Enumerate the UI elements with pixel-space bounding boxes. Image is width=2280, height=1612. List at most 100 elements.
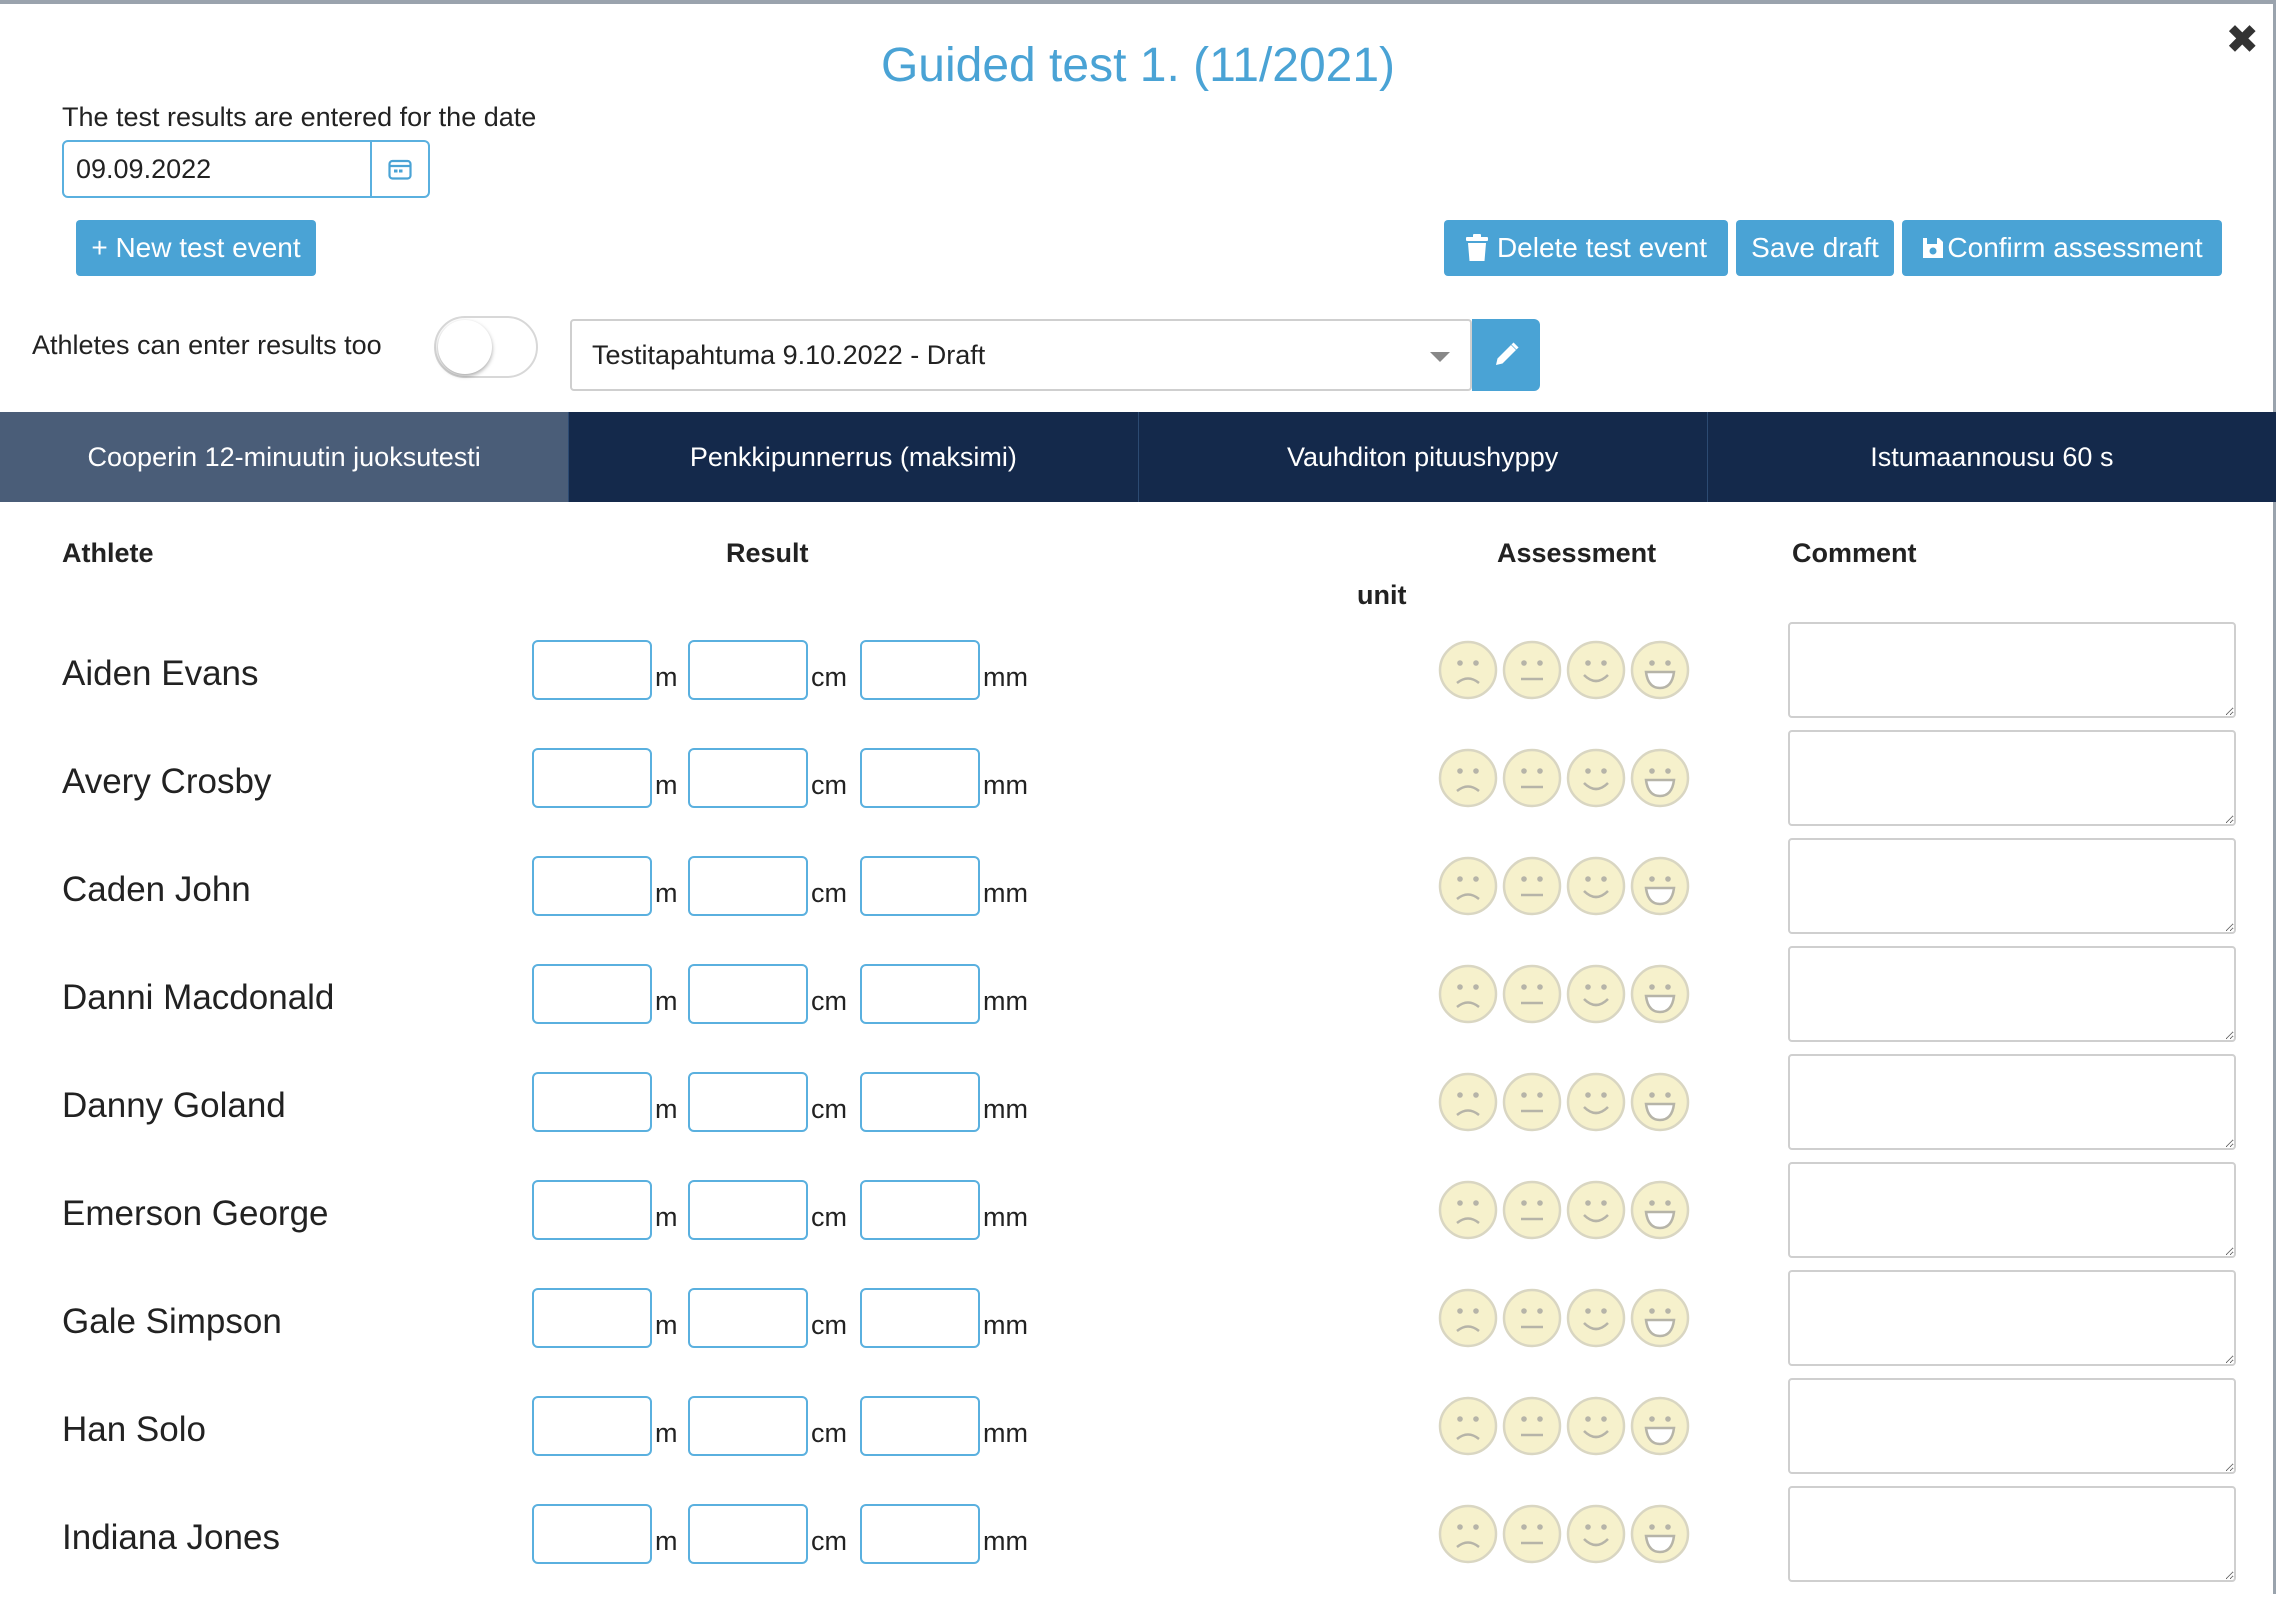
result-input-cm[interactable] — [688, 640, 808, 700]
calendar-button[interactable] — [372, 140, 430, 198]
unit-label: cm — [811, 1094, 847, 1124]
result-input-mm[interactable] — [860, 748, 980, 808]
neutral-face-icon[interactable] — [1502, 1288, 1562, 1348]
smile-face-icon[interactable] — [1566, 1072, 1626, 1132]
unit-label: cm — [811, 662, 847, 692]
result-input-mm[interactable] — [860, 856, 980, 916]
comment-field[interactable] — [1788, 838, 2236, 934]
laugh-face-icon[interactable] — [1630, 1396, 1690, 1456]
unit-label: mm — [983, 986, 1028, 1016]
smile-face-icon[interactable] — [1566, 856, 1626, 916]
test-event-selected: Testitapahtuma 9.10.2022 - Draft — [592, 339, 986, 370]
confirm-assessment-button[interactable]: Confirm assessment — [1902, 220, 2222, 276]
athlete-name: Danny Goland — [62, 1086, 286, 1125]
new-test-event-button[interactable]: + New test event — [76, 220, 316, 276]
comment-field[interactable] — [1788, 730, 2236, 826]
athletes-can-enter-toggle[interactable] — [434, 316, 538, 378]
sad-face-icon[interactable] — [1438, 1504, 1498, 1564]
comment-field[interactable] — [1788, 1378, 2236, 1474]
tab-0[interactable]: Cooperin 12-minuutin juoksutesti — [0, 412, 570, 502]
smile-face-icon[interactable] — [1566, 964, 1626, 1024]
sad-face-icon[interactable] — [1438, 640, 1498, 700]
neutral-face-icon[interactable] — [1502, 748, 1562, 808]
laugh-face-icon[interactable] — [1630, 640, 1690, 700]
smile-face-icon[interactable] — [1566, 640, 1626, 700]
tab-3[interactable]: Istumaannousu 60 s — [1708, 412, 2276, 502]
result-input-cm[interactable] — [688, 964, 808, 1024]
laugh-face-icon[interactable] — [1630, 1504, 1690, 1564]
neutral-face-icon[interactable] — [1502, 640, 1562, 700]
result-input-cm[interactable] — [688, 1504, 808, 1564]
smile-face-icon[interactable] — [1566, 1180, 1626, 1240]
result-input-cm[interactable] — [688, 1396, 808, 1456]
result-input-mm[interactable] — [860, 1180, 980, 1240]
sad-face-icon[interactable] — [1438, 1180, 1498, 1240]
sad-face-icon[interactable] — [1438, 748, 1498, 808]
date-input[interactable] — [62, 140, 372, 198]
result-input-mm[interactable] — [860, 964, 980, 1024]
laugh-face-icon[interactable] — [1630, 1180, 1690, 1240]
result-input-m[interactable] — [532, 1072, 652, 1132]
result-input-m[interactable] — [532, 1396, 652, 1456]
athlete-name: Avery Crosby — [62, 762, 272, 801]
result-input-m[interactable] — [532, 1180, 652, 1240]
smile-face-icon[interactable] — [1566, 748, 1626, 808]
comment-field[interactable] — [1788, 946, 2236, 1042]
comment-field[interactable] — [1788, 622, 2236, 718]
laugh-face-icon[interactable] — [1630, 856, 1690, 916]
tab-2[interactable]: Vauhditon pituushyppy — [1139, 412, 1708, 502]
chevron-down-icon — [1430, 352, 1450, 362]
laugh-face-icon[interactable] — [1630, 748, 1690, 808]
laugh-face-icon[interactable] — [1630, 1072, 1690, 1132]
result-input-m[interactable] — [532, 856, 652, 916]
sad-face-icon[interactable] — [1438, 1072, 1498, 1132]
result-input-m[interactable] — [532, 1288, 652, 1348]
neutral-face-icon[interactable] — [1502, 1396, 1562, 1456]
comment-field[interactable] — [1788, 1270, 2236, 1366]
sad-face-icon[interactable] — [1438, 1288, 1498, 1348]
comment-field[interactable] — [1788, 1054, 2236, 1150]
save-draft-button[interactable]: Save draft — [1736, 220, 1894, 276]
result-input-mm[interactable] — [860, 1396, 980, 1456]
smile-face-icon[interactable] — [1566, 1396, 1626, 1456]
result-input-mm[interactable] — [860, 1072, 980, 1132]
unit-label: cm — [811, 1310, 847, 1340]
result-input-m[interactable] — [532, 748, 652, 808]
neutral-face-icon[interactable] — [1502, 856, 1562, 916]
laugh-face-icon[interactable] — [1630, 1288, 1690, 1348]
smile-face-icon[interactable] — [1566, 1504, 1626, 1564]
test-event-select[interactable]: Testitapahtuma 9.10.2022 - Draft — [570, 319, 1472, 391]
sad-face-icon[interactable] — [1438, 856, 1498, 916]
neutral-face-icon[interactable] — [1502, 1180, 1562, 1240]
tab-1[interactable]: Penkkipunnerrus (maksimi) — [569, 412, 1139, 502]
result-input-m[interactable] — [532, 1504, 652, 1564]
neutral-face-icon[interactable] — [1502, 1504, 1562, 1564]
comment-field[interactable] — [1788, 1486, 2236, 1582]
unit-label: m — [655, 878, 678, 908]
neutral-face-icon[interactable] — [1502, 964, 1562, 1024]
result-input-cm[interactable] — [688, 1072, 808, 1132]
unit-label: m — [655, 1310, 678, 1340]
laugh-face-icon[interactable] — [1630, 964, 1690, 1024]
date-picker — [62, 140, 430, 198]
date-label: The test results are entered for the dat… — [62, 102, 537, 132]
trash-icon — [1465, 234, 1488, 261]
result-input-cm[interactable] — [688, 748, 808, 808]
sad-face-icon[interactable] — [1438, 1396, 1498, 1456]
sad-face-icon[interactable] — [1438, 964, 1498, 1024]
result-input-m[interactable] — [532, 640, 652, 700]
result-input-cm[interactable] — [688, 1288, 808, 1348]
comment-field[interactable] — [1788, 1162, 2236, 1258]
result-input-mm[interactable] — [860, 1288, 980, 1348]
result-input-cm[interactable] — [688, 1180, 808, 1240]
result-input-mm[interactable] — [860, 640, 980, 700]
result-input-mm[interactable] — [860, 1504, 980, 1564]
edit-test-event-button[interactable] — [1472, 319, 1540, 391]
result-input-cm[interactable] — [688, 856, 808, 916]
neutral-face-icon[interactable] — [1502, 1072, 1562, 1132]
result-input-m[interactable] — [532, 964, 652, 1024]
smile-face-icon[interactable] — [1566, 1288, 1626, 1348]
page-title: Guided test 1. (11/2021) — [880, 39, 1396, 92]
header-unit: unit — [1357, 580, 1407, 610]
delete-test-event-button[interactable]: Delete test event — [1444, 220, 1728, 276]
